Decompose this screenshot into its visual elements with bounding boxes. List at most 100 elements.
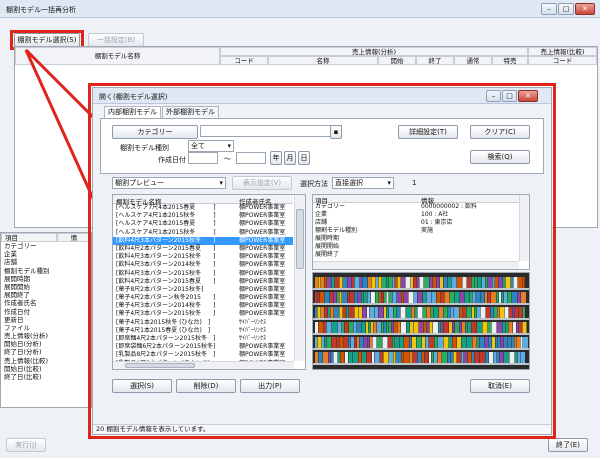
product-facing xyxy=(485,292,487,303)
info-row: 展開終了 xyxy=(313,251,519,259)
list-hscroll-thumb[interactable] xyxy=(125,363,195,368)
product-facing xyxy=(474,352,480,363)
search-button[interactable]: 検索(Q) xyxy=(470,150,530,164)
product-facing xyxy=(389,292,392,303)
product-facing xyxy=(419,277,424,288)
product-facing xyxy=(472,337,477,348)
month-button[interactable]: 月 xyxy=(284,151,296,165)
tab-external-model[interactable]: 外部棚割モデル xyxy=(162,106,219,118)
model-list-row[interactable]: [ヘルスケア4尺1本2015秋冬 ] 棚POWER事業室 xyxy=(113,229,293,237)
product-facing xyxy=(332,322,337,333)
product-facing xyxy=(476,292,480,303)
product-facing xyxy=(459,322,462,333)
day-button[interactable]: 日 xyxy=(298,151,310,165)
product-facing xyxy=(361,292,364,303)
product-facing xyxy=(449,337,452,348)
product-facing xyxy=(323,352,328,363)
list-scroll-thumb[interactable] xyxy=(296,209,304,269)
date-tilde: 〜 xyxy=(224,155,231,163)
preview-select[interactable]: 棚割プレビュー ▾ xyxy=(112,177,226,189)
model-list-row[interactable]: [乳製品8尺2本パターン2015秋冬 ] 棚POWER事業室 xyxy=(113,351,293,359)
date-from-field[interactable] xyxy=(188,152,218,164)
model-list-row[interactable]: [飲料4尺2本パターン2015春夏 ] 棚POWER事業室 xyxy=(113,278,293,286)
product-facing xyxy=(477,337,479,348)
product-facing xyxy=(511,277,513,288)
product-facing xyxy=(507,337,512,348)
product-facing xyxy=(472,352,474,363)
category-field[interactable] xyxy=(200,125,342,137)
model-list-row[interactable]: [飲料4尺3本パターン2015秋冬 ] 棚POWER事業室 xyxy=(113,270,293,278)
product-facing xyxy=(317,292,320,303)
tab-internal-model[interactable]: 内部棚割モデル xyxy=(104,106,161,118)
product-facing xyxy=(347,292,350,303)
product-facing xyxy=(349,322,353,333)
date-to-field[interactable] xyxy=(236,152,266,164)
product-facing xyxy=(359,307,362,318)
product-facing xyxy=(513,277,518,288)
delete-button[interactable]: 削除(D) xyxy=(176,379,236,393)
product-facing xyxy=(367,337,370,348)
product-facing xyxy=(328,352,331,363)
model-list-row[interactable]: [菓子8尺2本パターン2015秋冬] 棚POWER事業室 xyxy=(113,286,293,294)
model-list-row[interactable]: [菓子4尺1本2015春夏 (ひな台) ] ｻｲﾊﾞｰﾘﾝｸｽ xyxy=(113,327,293,335)
product-facing xyxy=(369,307,375,318)
model-list-row[interactable]: [即席麺4尺2本パターン2015秋冬 ] ｻｲﾊﾞｰﾘﾝｸｽ xyxy=(113,335,293,343)
product-facing xyxy=(364,337,367,348)
product-facing xyxy=(515,307,518,318)
info-scrollbar[interactable] xyxy=(519,195,529,261)
product-facing xyxy=(442,352,447,363)
list-hscrollbar[interactable] xyxy=(113,361,294,369)
product-facing xyxy=(448,307,450,318)
model-list-row[interactable]: [飲料4尺3本パターン2014秋冬 ] 棚POWER事業室 xyxy=(113,261,293,269)
product-facing xyxy=(389,322,391,333)
dialog-maximize-icon[interactable]: □ xyxy=(502,90,517,102)
product-facing xyxy=(389,277,392,288)
dialog-close-icon[interactable]: ✕ xyxy=(518,90,538,102)
model-list-row[interactable]: [菓子4尺3本パターン2015秋冬 ] 棚POWER事業室 xyxy=(113,310,293,318)
info-hscrollbar[interactable] xyxy=(313,261,519,269)
product-facing xyxy=(417,277,419,288)
output-button[interactable]: 出力(P) xyxy=(240,379,300,393)
product-facing xyxy=(378,277,382,288)
product-facing xyxy=(522,322,527,333)
cancel-button[interactable]: 取消(E) xyxy=(470,379,530,393)
product-facing xyxy=(338,352,340,363)
product-facing xyxy=(461,337,467,348)
model-list-row[interactable]: [ヘルスケア4尺1本2015春夏 ] 棚POWER事業室 xyxy=(113,220,293,228)
product-facing xyxy=(351,337,354,348)
product-facing xyxy=(454,307,459,318)
display-settings-button[interactable]: 表示設定(V) xyxy=(232,176,292,190)
clear-button[interactable]: クリア(C) xyxy=(470,125,530,139)
product-facing xyxy=(321,277,324,288)
dialog-minimize-icon[interactable]: – xyxy=(486,90,501,102)
product-facing xyxy=(391,322,394,333)
info-key: 展開時期 xyxy=(315,235,340,242)
product-facing xyxy=(415,307,417,318)
category-button[interactable]: カテゴリー xyxy=(112,125,198,139)
product-facing xyxy=(315,337,317,348)
info-row: カテゴリー 0000000002 : 飲料 xyxy=(313,203,519,211)
year-button[interactable]: 年 xyxy=(270,151,282,165)
model-list-row[interactable]: [飲料4尺3本パターン2015秋冬 ] 棚POWER事業室 xyxy=(113,236,293,245)
product-facing xyxy=(337,337,339,348)
product-facing xyxy=(315,322,318,333)
shelf-board xyxy=(313,348,529,350)
status-text: 20 棚割モデル情報を表示しています。 xyxy=(96,425,210,433)
list-scrollbar[interactable] xyxy=(294,195,305,361)
model-list-row[interactable]: [飲料4尺2本パターン2015春夏 ] 棚POWER事業室 xyxy=(113,245,293,253)
category-browse-icon[interactable]: ▪ xyxy=(330,125,342,139)
select-button[interactable]: 選択(S) xyxy=(112,379,172,393)
model-list-row[interactable]: [ヘルスケア7尺4本2015春夏 ] 棚POWER事業室 xyxy=(113,204,293,212)
preview-select-value: 棚割プレビュー xyxy=(115,179,164,187)
product-facing xyxy=(354,307,359,318)
product-facing xyxy=(457,352,461,363)
model-name-cell: [即席麺4尺2本パターン2015秋冬 ] xyxy=(116,335,216,342)
model-type-select[interactable]: 全て ▾ xyxy=(188,140,234,152)
product-facing xyxy=(439,307,443,318)
select-method-select[interactable]: 直接選択 ▾ xyxy=(332,177,394,189)
detail-settings-button[interactable]: 詳細設定(T) xyxy=(398,125,458,139)
model-list-row[interactable]: [菓子4尺1本2015秋冬 (ひな台) ] ｻｲﾊﾞｰﾘﾝｸｽ xyxy=(113,319,293,327)
info-rows: カテゴリー 0000000002 : 飲料 企業 100 : A社 店舗 01 : 東京店… xyxy=(313,203,519,259)
product-facing xyxy=(517,292,521,303)
product-facing xyxy=(427,322,429,333)
